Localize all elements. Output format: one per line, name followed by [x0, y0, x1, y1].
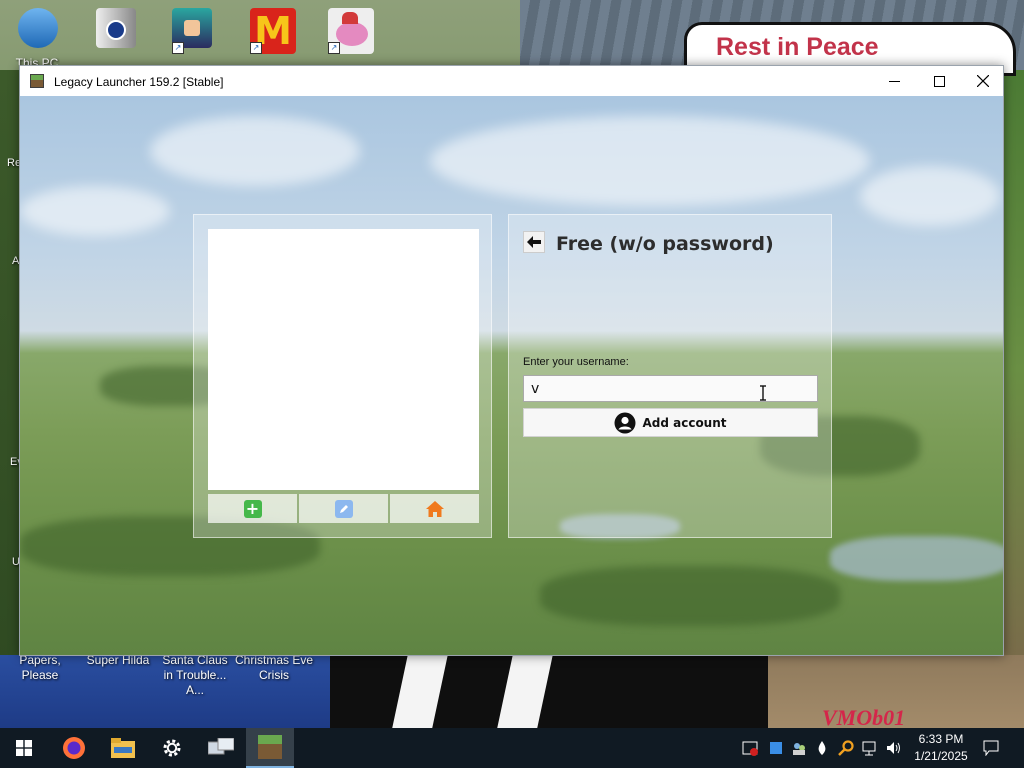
add-account-label: Add account — [642, 415, 727, 430]
folder-icon — [111, 738, 135, 758]
close-icon — [976, 75, 989, 87]
desktop-icon-label[interactable]: Papers, Please — [0, 653, 80, 683]
tray-people-icon[interactable] — [791, 740, 807, 756]
desktop-icon-label: This PC — [15, 56, 59, 65]
tray-security-icon[interactable] — [742, 740, 758, 756]
firefox-icon — [63, 737, 85, 759]
taskbar-legacy-launcher[interactable] — [246, 728, 294, 768]
close-button[interactable] — [960, 66, 1005, 96]
account-list-panel: + — [193, 214, 492, 538]
add-account-toolbar-button[interactable]: + — [208, 494, 297, 523]
launcher-window: Legacy Launcher 159.2 [Stable] + Free (w… — [19, 65, 1004, 656]
app-icon[interactable] — [96, 8, 136, 48]
desktop-icon-label[interactable]: Christmas Eve Crisis — [234, 653, 314, 683]
home-button[interactable] — [390, 494, 479, 523]
notification-button[interactable] — [983, 740, 999, 756]
computers-icon — [208, 738, 234, 755]
add-account-button[interactable]: Add account — [523, 408, 818, 437]
water — [830, 536, 1003, 581]
taskbar-firefox[interactable] — [50, 728, 98, 768]
tray-display-icon[interactable] — [768, 740, 784, 756]
watermark-logo: VMOb01 — [822, 705, 906, 728]
window-title: Legacy Launcher 159.2 [Stable] — [54, 75, 224, 89]
notification-icon — [983, 740, 999, 756]
panel-heading: Free (w/o password) — [556, 233, 774, 255]
pencil-icon — [334, 499, 353, 518]
text-cursor-icon — [760, 385, 766, 401]
clock-date: 1/21/2025 — [914, 749, 968, 763]
arrow-left-icon — [527, 236, 541, 248]
shortcut-arrow-icon: ↗ — [250, 42, 262, 54]
username-input[interactable] — [523, 375, 818, 402]
title-bar[interactable]: Legacy Launcher 159.2 [Stable] — [20, 66, 1003, 96]
maximize-icon — [934, 75, 945, 87]
clock-time: 6:33 PM — [918, 732, 964, 746]
tray-search-icon[interactable] — [838, 740, 854, 756]
plus-icon: + — [243, 499, 262, 518]
cloud — [20, 186, 170, 236]
maximize-button[interactable] — [917, 66, 962, 96]
windows-icon — [16, 740, 32, 756]
tray-network-icon[interactable] — [862, 740, 878, 756]
user-icon — [614, 412, 636, 433]
account-toolbar: + — [208, 494, 479, 523]
grass-block-icon — [258, 735, 282, 759]
cloud — [860, 166, 1000, 226]
taskbar: 6:33 PM 1/21/2025 — [0, 728, 1024, 768]
minimize-icon — [889, 80, 900, 82]
account-list[interactable] — [208, 229, 479, 490]
taskbar-file-explorer[interactable] — [99, 728, 147, 768]
taskbar-clock[interactable]: 6:33 PM 1/21/2025 — [910, 731, 972, 765]
wallpaper-right — [1003, 70, 1024, 670]
bush — [540, 566, 840, 626]
cloud — [150, 116, 360, 186]
shortcut-arrow-icon: ↗ — [328, 42, 340, 54]
rip-text: Rest in Peace — [716, 33, 879, 61]
home-icon — [425, 500, 444, 517]
tray-volume-icon[interactable] — [886, 740, 902, 756]
taskbar-remote-desktop[interactable] — [197, 728, 245, 768]
minimize-button[interactable] — [872, 66, 917, 96]
gear-icon — [163, 739, 181, 757]
taskbar-settings[interactable] — [148, 728, 196, 768]
this-pc-icon[interactable] — [18, 8, 58, 48]
back-button[interactable] — [523, 231, 545, 253]
tray-droplet-icon[interactable] — [814, 740, 830, 756]
username-label: Enter your username: — [523, 356, 629, 368]
edit-account-button[interactable] — [299, 494, 388, 523]
desktop-icon-label[interactable]: Santa Claus in Trouble... A... — [156, 653, 234, 698]
start-button[interactable] — [0, 728, 48, 768]
cloud — [430, 116, 870, 206]
grass-block-icon — [30, 74, 44, 88]
add-account-panel: Free (w/o password) Enter your username:… — [508, 214, 832, 538]
launcher-background: + Free (w/o password) Enter your usernam… — [20, 96, 1003, 655]
shortcut-arrow-icon: ↗ — [172, 42, 184, 54]
